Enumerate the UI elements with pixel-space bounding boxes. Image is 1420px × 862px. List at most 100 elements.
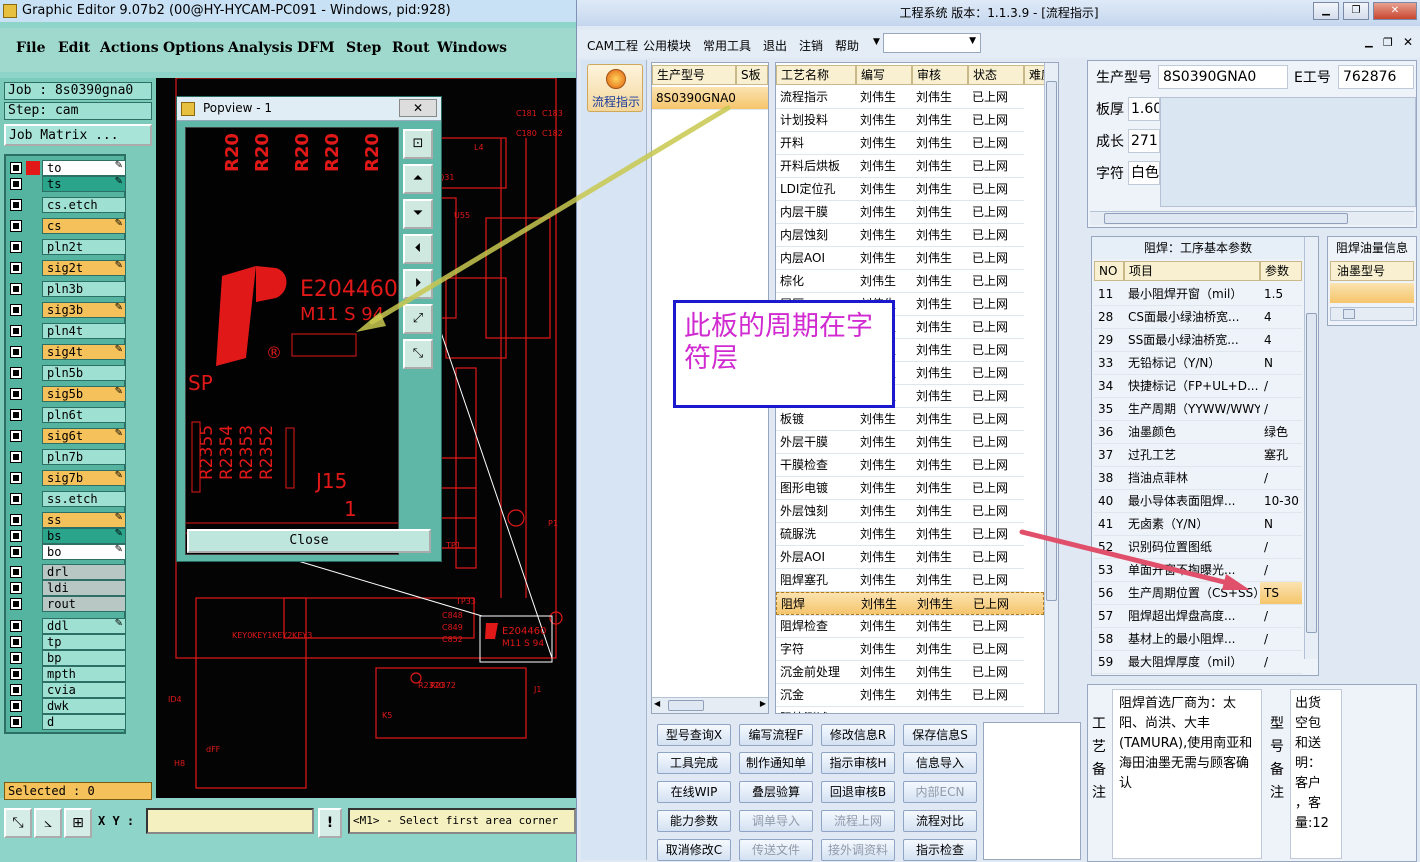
layer-row[interactable]: ts ✎ [8, 176, 126, 192]
scrollbar-thumb[interactable] [668, 700, 704, 711]
column-header[interactable]: 审核 [912, 65, 968, 85]
measure-tool-icon[interactable]: ⦣ [34, 808, 62, 838]
layer-row[interactable]: pln2t [8, 239, 126, 255]
layer-checkbox[interactable] [10, 325, 22, 337]
graphic-editor-title-bar[interactable]: Graphic Editor 9.07b2 (00@HY-HYCAM-PC091… [0, 0, 576, 22]
layer-row[interactable]: sig2t ✎ [8, 260, 126, 276]
job-matrix-button[interactable]: Job Matrix ... [4, 124, 152, 146]
layer-checkbox[interactable] [10, 598, 22, 610]
layer-name[interactable]: ddl [42, 618, 126, 634]
param-cell[interactable]: / [1260, 398, 1302, 421]
layer-checkbox[interactable] [10, 493, 22, 505]
layer-name[interactable]: ldi [42, 580, 126, 596]
process-notes-text[interactable]: 阻焊首选厂商为：太阳、尚洪、大丰(TAMURA),使用南亚和海田油墨无需与顾客确… [1112, 689, 1262, 859]
layer-name[interactable]: to [42, 160, 126, 176]
menu-combo-box[interactable]: ▼ [883, 33, 981, 53]
layer-checkbox[interactable] [10, 178, 22, 190]
process-row[interactable]: 阻焊 刘伟生 刘伟生 已上网 [776, 592, 1044, 616]
grid-tool-icon[interactable]: ⊞ [64, 808, 92, 838]
process-row[interactable]: 开料后烘板 刘伟生 刘伟生 已上网 [776, 155, 1044, 178]
horizontal-scrollbar[interactable] [1330, 307, 1414, 321]
action-button[interactable]: 内部ECN [903, 781, 977, 803]
action-button[interactable]: 制作通知单 [739, 752, 813, 774]
param-cell[interactable]: / [1260, 536, 1302, 559]
layer-row[interactable]: cs.etch [8, 197, 126, 213]
scrollbar-thumb[interactable] [1104, 213, 1348, 224]
layer-name[interactable]: dwk [42, 698, 126, 714]
layer-checkbox[interactable] [10, 220, 22, 232]
layer-row[interactable]: pln5b [8, 365, 126, 381]
column-header[interactable]: S板 [736, 65, 768, 85]
layer-name[interactable]: pln3b [42, 281, 126, 297]
scrollbar-thumb[interactable] [1046, 81, 1057, 601]
menu-item[interactable]: 常用工具 [703, 37, 751, 54]
process-row[interactable]: 开料 刘伟生 刘伟生 已上网 [776, 132, 1044, 155]
layer-name[interactable]: sig3b [42, 302, 126, 318]
menu-item[interactable]: CAM工程 [587, 37, 638, 54]
process-row[interactable]: 内层AOI 刘伟生 刘伟生 已上网 [776, 247, 1044, 270]
thickness-field[interactable]: 1.60 [1128, 97, 1160, 121]
layer-name[interactable]: cs.etch [42, 197, 126, 213]
action-button[interactable]: 回退审核B [821, 781, 895, 803]
menu-item[interactable]: 公用模块 [643, 37, 691, 54]
param-cell[interactable]: N [1260, 352, 1302, 375]
layer-name[interactable]: rout [42, 596, 126, 612]
layer-checkbox[interactable] [10, 566, 22, 578]
layer-row[interactable]: ss ✎ [8, 512, 126, 528]
layer-row[interactable]: rout [8, 596, 126, 612]
layer-row[interactable]: sig7b ✎ [8, 470, 126, 486]
process-row[interactable]: 阻焊塞孔 刘伟生 刘伟生 已上网 [776, 569, 1044, 592]
layer-checkbox[interactable] [10, 684, 22, 696]
layer-checkbox[interactable] [10, 283, 22, 295]
action-button[interactable]: 能力参数 [657, 810, 731, 832]
horizontal-scrollbar[interactable]: ◀ ▶ [652, 697, 768, 713]
column-header[interactable]: 编写 [856, 65, 912, 85]
layer-row[interactable]: sig3b ✎ [8, 302, 126, 318]
layer-row[interactable]: ddl ✎ [8, 618, 126, 634]
pan-up-icon[interactable]: ⏶ [403, 164, 433, 194]
menu-edit[interactable]: Edit [58, 40, 90, 56]
layer-checkbox[interactable] [10, 199, 22, 211]
model-field[interactable]: 8S0390GNA0 [1158, 65, 1288, 89]
layer-row[interactable]: pln3b [8, 281, 126, 297]
layer-checkbox[interactable] [10, 346, 22, 358]
layer-row[interactable]: cvia [8, 682, 126, 698]
layer-name[interactable]: cvia [42, 682, 126, 698]
layer-checkbox[interactable] [10, 430, 22, 442]
layer-name[interactable]: ss.etch [42, 491, 126, 507]
layer-checkbox[interactable] [10, 652, 22, 664]
ink-column-header[interactable]: 油墨型号 [1330, 261, 1414, 281]
action-button[interactable]: 叠层验算 [739, 781, 813, 803]
nav-process-indicator[interactable]: 流程指示 [587, 64, 643, 112]
pan-right-icon[interactable]: ⏵ [403, 269, 433, 299]
layer-row[interactable]: sig4t ✎ [8, 344, 126, 360]
popview-title-bar[interactable]: Popview - 1 ✕ [177, 97, 441, 121]
param-cell[interactable]: TS [1260, 582, 1302, 605]
action-button[interactable]: 取消修改C [657, 839, 731, 861]
layer-name[interactable]: mpth [42, 666, 126, 682]
layer-name[interactable]: sig7b [42, 470, 126, 486]
scrollbar-thumb[interactable] [1306, 313, 1317, 633]
layer-name[interactable]: pln6t [42, 407, 126, 423]
menu-file[interactable]: File [16, 40, 45, 56]
action-button[interactable]: 在线WIP [657, 781, 731, 803]
menu-options[interactable]: Options [163, 40, 224, 56]
xy-coordinate-input[interactable] [146, 808, 314, 834]
pan-left-icon[interactable]: ⏴ [403, 234, 433, 264]
column-header[interactable]: 项目 [1124, 261, 1260, 281]
layer-row[interactable]: ss.etch [8, 491, 126, 507]
layer-checkbox[interactable] [10, 388, 22, 400]
layer-checkbox[interactable] [10, 716, 22, 728]
menu-item[interactable]: 注销 [799, 37, 823, 54]
action-button[interactable]: 指示检查 [903, 839, 977, 861]
menu-rout[interactable]: Rout [392, 40, 430, 56]
layer-name[interactable]: sig4t [42, 344, 126, 360]
process-row[interactable]: 内层干膜 刘伟生 刘伟生 已上网 [776, 201, 1044, 224]
scroll-left-icon[interactable]: ◀ [654, 699, 660, 708]
action-button[interactable]: 编写流程F [739, 724, 813, 746]
layer-name[interactable]: bs [42, 528, 126, 544]
horizontal-scrollbar[interactable] [1090, 211, 1414, 225]
process-row[interactable]: 沉金 刘伟生 刘伟生 已上网 [776, 684, 1044, 707]
layer-row[interactable]: d [8, 714, 126, 730]
layer-name[interactable]: sig5b [42, 386, 126, 402]
